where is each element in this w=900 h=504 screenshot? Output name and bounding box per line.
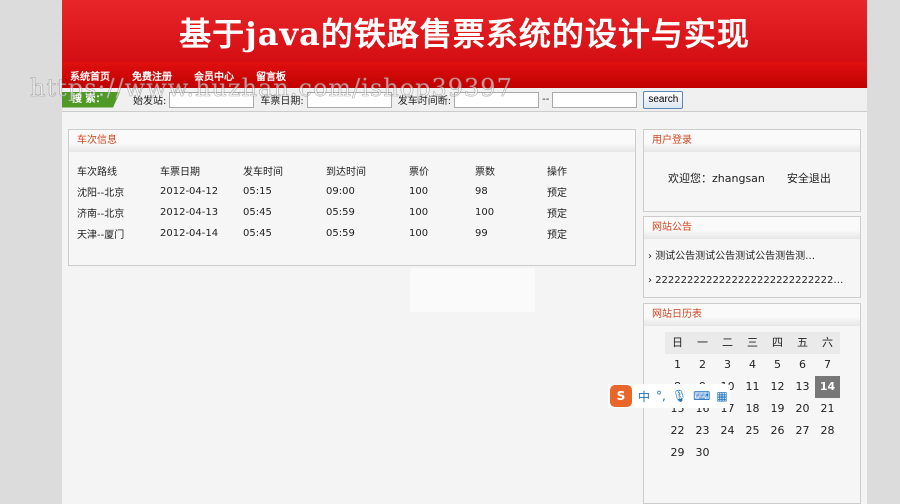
calendar-day[interactable]: 2: [690, 354, 715, 376]
table-row: 天津--厦门 2012-04-14 05:45 05:59 100 99 预定: [77, 223, 587, 244]
logout-link[interactable]: 安全退出: [787, 170, 831, 186]
calendar-day[interactable]: 6: [790, 354, 815, 376]
ime-toolbar: S 中 °, 🎙 ⌨ ▦: [608, 384, 730, 408]
calendar-day[interactable]: 26: [765, 420, 790, 442]
column-header: 车票日期: [160, 167, 200, 178]
login-title: 用户登录: [644, 130, 860, 152]
weekday-header: 一: [690, 332, 715, 354]
table-cell: 2012-04-13: [160, 207, 219, 218]
table-cell: 09:00: [326, 186, 355, 197]
column-header: 操作: [547, 167, 567, 178]
book-link[interactable]: 预定: [547, 202, 587, 223]
calendar-day[interactable]: 18: [740, 398, 765, 420]
notice-title: 网站公告: [644, 217, 860, 239]
table-cell: 05:59: [326, 207, 355, 218]
notice-item[interactable]: › 2222222222222222222222222222…: [648, 269, 860, 293]
column-header: 车次路线: [77, 167, 117, 178]
calendar-day[interactable]: 28: [815, 420, 840, 442]
table-cell: 05:15: [243, 186, 272, 197]
table-header-row: 车次路线 车票日期 发车时间 到达时间 票价 票数 操作: [77, 160, 587, 181]
blank-overlay: [410, 268, 535, 312]
column-header: 票数: [475, 167, 495, 178]
table-cell: 2012-04-14: [160, 228, 219, 239]
toolbox-icon[interactable]: ▦: [716, 389, 727, 403]
notice-text: 2222222222222222222222222222…: [655, 275, 844, 286]
table-cell: 天津--厦门: [77, 230, 125, 241]
table-cell: 100: [409, 207, 429, 218]
login-panel: 用户登录 欢迎您：zhangsan 安全退出: [643, 129, 861, 212]
site-title: 基于java的铁路售票系统的设计与实现: [179, 15, 750, 53]
weekday-header: 日: [665, 332, 690, 354]
table-cell: 05:45: [243, 207, 272, 218]
weekday-header: 三: [740, 332, 765, 354]
weekday-header: 二: [715, 332, 740, 354]
calendar-day[interactable]: 27: [790, 420, 815, 442]
sogou-logo-icon[interactable]: S: [610, 385, 632, 407]
weekday-header: 四: [765, 332, 790, 354]
table-row: 沈阳--北京 2012-04-12 05:15 09:00 100 98 预定: [77, 181, 587, 202]
table-cell: 05:45: [243, 228, 272, 239]
calendar-day[interactable]: 24: [715, 420, 740, 442]
calendar-day[interactable]: 1: [665, 354, 690, 376]
ime-lang-toggle[interactable]: 中: [638, 388, 650, 405]
calendar-day[interactable]: 30: [690, 442, 715, 464]
table-row: 济南--北京 2012-04-13 05:45 05:59 100 100 预定: [77, 202, 587, 223]
time-to-input[interactable]: [552, 91, 638, 108]
calendar-day[interactable]: 4: [740, 354, 765, 376]
calendar-day[interactable]: 13: [790, 376, 815, 398]
search-button[interactable]: search: [643, 90, 684, 109]
table-cell: 100: [409, 186, 429, 197]
table-cell: 济南--北京: [77, 209, 125, 220]
calendar-day[interactable]: 12: [765, 376, 790, 398]
range-separator: --: [542, 94, 550, 105]
calendar-title: 网站日历表: [644, 304, 860, 326]
keyboard-icon[interactable]: ⌨: [693, 389, 710, 403]
table-cell: 98: [475, 186, 488, 197]
welcome-text: 欢迎您：zhangsan: [668, 172, 765, 185]
watermark: https://www.huzhan.com/ishop39397: [30, 74, 513, 103]
column-header: 到达时间: [326, 167, 366, 178]
site-banner: 基于java的铁路售票系统的设计与实现: [62, 0, 867, 62]
calendar-day[interactable]: 5: [765, 354, 790, 376]
calendar-day[interactable]: 21: [815, 398, 840, 420]
table-cell: 100: [475, 207, 495, 218]
column-header: 票价: [409, 167, 429, 178]
calendar-day[interactable]: 29: [665, 442, 690, 464]
calendar-day[interactable]: 23: [690, 420, 715, 442]
weekday-header: 五: [790, 332, 815, 354]
table-cell: 05:59: [326, 228, 355, 239]
calendar-day[interactable]: 11: [740, 376, 765, 398]
table-cell: 沈阳--北京: [77, 188, 125, 199]
column-header: 发车时间: [243, 167, 283, 178]
calendar-day[interactable]: 22: [665, 420, 690, 442]
microphone-icon[interactable]: 🎙: [672, 389, 687, 403]
table-cell: 100: [409, 228, 429, 239]
train-info-panel: 车次信息 车次路线 车票日期 发车时间 到达时间 票价 票数 操作沈阳--北京 2012-04…: [68, 129, 636, 266]
notice-item[interactable]: › 测试公告测试公告测试公告测告测…: [648, 245, 860, 269]
calendar-day[interactable]: 7: [815, 354, 840, 376]
calendar-day[interactable]: 19: [765, 398, 790, 420]
weekday-header: 六: [815, 332, 840, 354]
calendar-day[interactable]: 20: [790, 398, 815, 420]
table-cell: 99: [475, 228, 488, 239]
table-cell: 2012-04-12: [160, 186, 219, 197]
book-link[interactable]: 预定: [547, 181, 587, 202]
train-table: 车次路线 车票日期 发车时间 到达时间 票价 票数 操作沈阳--北京 2012-04-12 05…: [77, 160, 587, 244]
ime-punct-toggle[interactable]: °,: [656, 389, 666, 403]
calendar-day[interactable]: 3: [715, 354, 740, 376]
calendar-day[interactable]: 25: [740, 420, 765, 442]
notice-text: 测试公告测试公告测试公告测告测…: [655, 251, 816, 262]
book-link[interactable]: 预定: [547, 223, 587, 244]
train-info-title: 车次信息: [69, 130, 635, 152]
calendar-day-today[interactable]: 14: [815, 376, 840, 398]
notice-panel: 网站公告 › 测试公告测试公告测试公告测告测… › 22222222222222…: [643, 216, 861, 298]
